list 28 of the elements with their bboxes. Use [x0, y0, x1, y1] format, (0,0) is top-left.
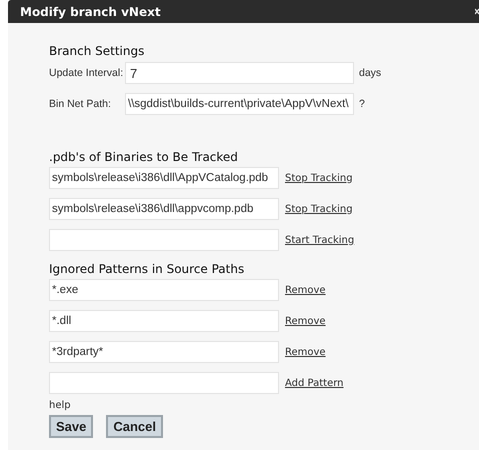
unit-label: days	[359, 67, 382, 79]
field-label: Update Interval:	[49, 67, 124, 79]
close-icon[interactable]	[475, 8, 479, 15]
window-title: Modify branch vNext	[20, 4, 161, 18]
input-field[interactable]: symbols\release\i386\dll\appvcomp.pdb	[49, 198, 279, 220]
section-heading: Branch Settings	[49, 44, 146, 58]
help-mark: ?	[359, 98, 365, 110]
section-heading: .pdb's of Binaries to Be Tracked	[49, 150, 239, 164]
input-field[interactable]: symbols\release\i386\dll\AppVCatalog.pdb	[49, 167, 279, 189]
action-link[interactable]: Remove	[285, 346, 326, 358]
input-field[interactable]: *.exe	[49, 279, 279, 301]
section-heading: Ignored Patterns in Source Paths	[49, 262, 246, 276]
action-link[interactable]: Stop Tracking	[285, 172, 353, 184]
input-field[interactable]: *3rdparty*	[49, 341, 279, 363]
action-link[interactable]: Add Pattern	[285, 378, 344, 388]
action-link[interactable]: Stop Tracking	[285, 204, 353, 214]
input-field[interactable]	[49, 229, 279, 251]
input-field[interactable]: \\sgddist\builds-current\private\AppV\vNext\	[125, 93, 354, 115]
input-field[interactable]	[49, 372, 279, 394]
help-link[interactable]: help	[49, 400, 479, 411]
action-link[interactable]: Remove	[285, 316, 326, 326]
input-field[interactable]: 7	[125, 62, 354, 84]
cancel-button[interactable]: Cancel	[106, 415, 164, 438]
action-link[interactable]: Remove	[285, 284, 326, 296]
input-field[interactable]: *.dll	[49, 310, 279, 332]
action-link[interactable]: Start Tracking	[285, 234, 354, 246]
save-button[interactable]: Save	[49, 415, 94, 438]
field-label: Bin Net Path:	[49, 98, 112, 110]
